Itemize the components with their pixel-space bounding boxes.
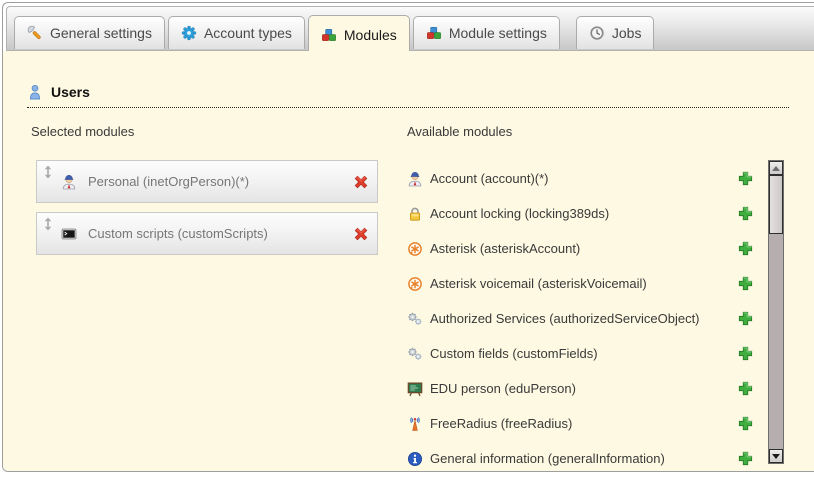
arrow-up-icon bbox=[772, 166, 780, 171]
asterisk-icon bbox=[407, 276, 423, 292]
scrollbar-thumb[interactable] bbox=[769, 175, 783, 234]
arrow-down-icon bbox=[772, 454, 780, 459]
terminal-icon bbox=[61, 226, 77, 242]
scroll-down-button[interactable] bbox=[769, 449, 783, 463]
lock-icon bbox=[407, 206, 423, 222]
antenna-icon bbox=[407, 416, 423, 432]
tab-general-settings[interactable]: General settings bbox=[14, 16, 165, 49]
person-icon bbox=[407, 171, 423, 187]
modules-icon bbox=[321, 27, 337, 43]
tab-label: Module settings bbox=[449, 25, 547, 41]
users-section-header: Users bbox=[27, 84, 789, 108]
module-name: Custom fields (customFields) bbox=[430, 346, 598, 361]
modules-icon bbox=[426, 25, 442, 41]
module-name: Account (account)(*) bbox=[430, 171, 549, 186]
module-name: Asterisk (asteriskAccount) bbox=[430, 241, 580, 256]
clock-icon bbox=[589, 25, 605, 41]
scroll-up-button[interactable] bbox=[769, 161, 783, 175]
user-silhouette-icon bbox=[27, 84, 43, 100]
module-name: EDU person (eduPerson) bbox=[430, 381, 576, 396]
tab-label: Modules bbox=[344, 27, 397, 43]
add-module-button[interactable] bbox=[737, 240, 754, 257]
available-module-row: Authorized Services (authorizedServiceOb… bbox=[407, 301, 754, 336]
add-module-button[interactable] bbox=[737, 170, 754, 187]
asterisk-icon bbox=[407, 241, 423, 257]
module-name: Personal (inetOrgPerson)(*) bbox=[88, 174, 249, 189]
available-module-row: EDU person (eduPerson) bbox=[407, 371, 754, 406]
tab-label: Jobs bbox=[612, 25, 642, 41]
available-module-row: Custom fields (customFields) bbox=[407, 336, 754, 371]
selected-module-row[interactable]: Personal (inetOrgPerson)(*) bbox=[36, 160, 378, 203]
tab-list: General settings Account types bbox=[14, 15, 654, 51]
available-module-row: Asterisk voicemail (asteriskVoicemail) bbox=[407, 266, 754, 301]
settings-widget: General settings Account types bbox=[2, 2, 814, 472]
section-title: Users bbox=[51, 84, 90, 100]
available-modules-list: Account (account)(*) Account locking (lo… bbox=[407, 161, 754, 471]
tab-label: Account types bbox=[204, 25, 292, 41]
module-name: General information (generalInformation) bbox=[430, 451, 665, 466]
tab-jobs[interactable]: Jobs bbox=[576, 16, 655, 49]
add-module-button[interactable] bbox=[737, 415, 754, 432]
gear-icon bbox=[181, 25, 197, 41]
selected-modules-label: Selected modules bbox=[31, 124, 134, 139]
selected-module-row[interactable]: Custom scripts (customScripts) bbox=[36, 212, 378, 255]
module-name: FreeRadius (freeRadius) bbox=[430, 416, 572, 431]
tab-label: General settings bbox=[50, 25, 152, 41]
add-module-button[interactable] bbox=[737, 450, 754, 467]
delete-module-button[interactable] bbox=[352, 173, 370, 191]
add-module-button[interactable] bbox=[737, 205, 754, 222]
delete-module-button[interactable] bbox=[352, 225, 370, 243]
module-name: Custom scripts (customScripts) bbox=[88, 226, 268, 241]
available-module-row: Account (account)(*) bbox=[407, 161, 754, 196]
tab-module-settings[interactable]: Module settings bbox=[413, 16, 560, 49]
modules-panel: Users Selected modules Available modules… bbox=[3, 51, 814, 471]
available-module-row: Asterisk (asteriskAccount) bbox=[407, 231, 754, 266]
tab-bar: General settings Account types bbox=[6, 6, 814, 51]
module-name: Asterisk voicemail (asteriskVoicemail) bbox=[430, 276, 647, 291]
drag-handle-icon[interactable] bbox=[43, 217, 53, 231]
selected-modules-list: Personal (inetOrgPerson)(*) Custom scrip… bbox=[36, 160, 378, 264]
gears-icon bbox=[407, 311, 423, 327]
drag-handle-icon[interactable] bbox=[43, 165, 53, 179]
tab-modules[interactable]: Modules bbox=[308, 15, 410, 51]
tab-account-types[interactable]: Account types bbox=[168, 16, 305, 49]
info-icon bbox=[407, 451, 423, 467]
available-modules-label: Available modules bbox=[407, 124, 512, 139]
add-module-button[interactable] bbox=[737, 275, 754, 292]
module-name: Authorized Services (authorizedServiceOb… bbox=[430, 311, 700, 326]
add-module-button[interactable] bbox=[737, 310, 754, 327]
available-module-row: General information (generalInformation) bbox=[407, 441, 754, 471]
module-name: Account locking (locking389ds) bbox=[430, 206, 609, 221]
person-icon bbox=[61, 174, 77, 190]
add-module-button[interactable] bbox=[737, 345, 754, 362]
available-module-row: FreeRadius (freeRadius) bbox=[407, 406, 754, 441]
gears-icon bbox=[407, 346, 423, 362]
add-module-button[interactable] bbox=[737, 380, 754, 397]
available-module-row: Account locking (locking389ds) bbox=[407, 196, 754, 231]
available-scrollbar[interactable] bbox=[768, 160, 784, 464]
board-icon bbox=[407, 381, 423, 397]
wrench-icon bbox=[27, 25, 43, 41]
